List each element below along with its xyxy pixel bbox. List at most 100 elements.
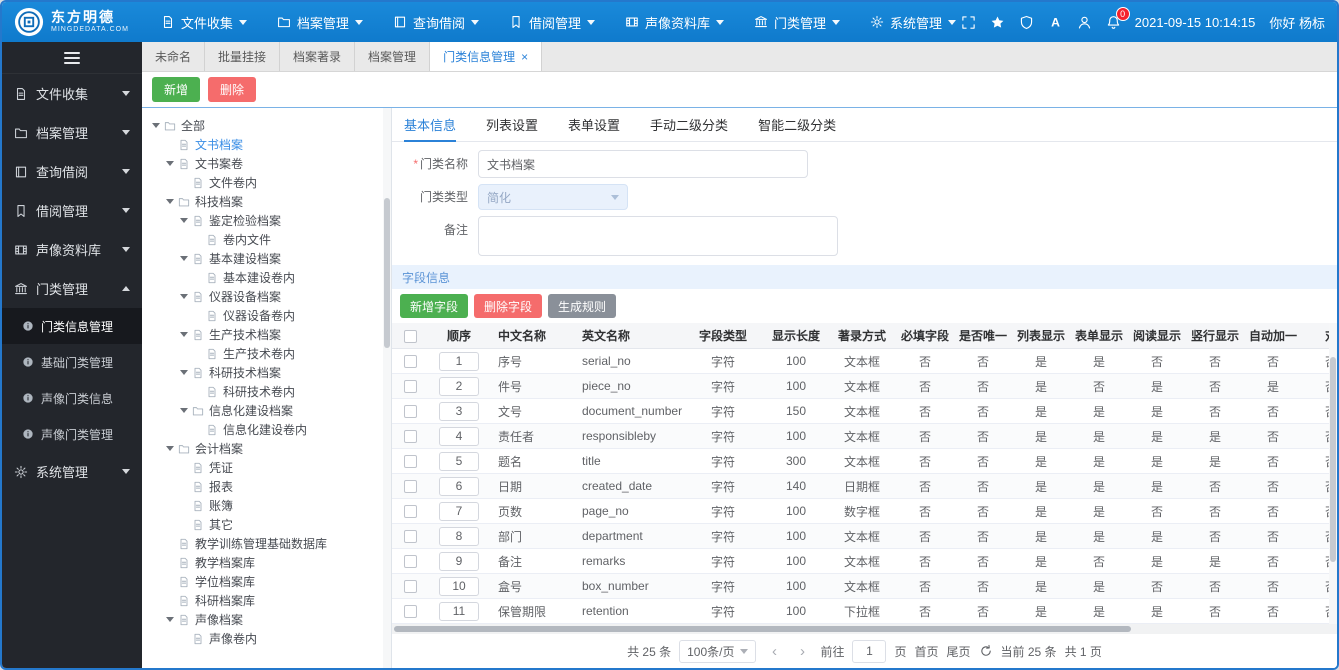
row-checkbox[interactable] — [403, 430, 417, 444]
sidebar-item-system-management[interactable]: 系统管理 — [2, 452, 142, 491]
tree-node[interactable]: 生产技术档案 — [150, 325, 381, 344]
page-size-select[interactable]: 100条/页 — [679, 639, 757, 663]
table-row[interactable]: 10盒号box_number字符100文本框否否是是否否否否 — [392, 574, 1337, 599]
tree-node[interactable]: 基本建设卷内 — [150, 268, 381, 287]
table-row[interactable]: 4责任者responsibleby字符100文本框否否是是是是否否 — [392, 424, 1337, 449]
tree-node[interactable]: 其它 — [150, 515, 381, 534]
close-tab-icon[interactable]: × — [521, 50, 528, 64]
sidebar-item-media-library[interactable]: 声像资料库 — [2, 230, 142, 269]
tree-node[interactable]: 声像档案 — [150, 610, 381, 629]
top-menu-media-library[interactable]: 声像资料库 — [625, 13, 724, 32]
content-tab-smart-subcategory[interactable]: 智能二级分类 — [758, 108, 836, 141]
row-checkbox[interactable] — [403, 380, 417, 394]
sidebar-item-category-management[interactable]: 门类管理 — [2, 269, 142, 308]
row-checkbox[interactable] — [403, 530, 417, 544]
table-row[interactable]: 6日期created_date字符140日期框否否是是是否否否 — [392, 474, 1337, 499]
order-input[interactable]: 3 — [439, 401, 479, 421]
table-vscroll-thumb[interactable] — [1330, 357, 1336, 562]
content-tab-manual-subcategory[interactable]: 手动二级分类 — [650, 108, 728, 141]
table-row[interactable]: 2件号piece_no字符100文本框否否是否是否是否 — [392, 374, 1337, 399]
tree-node[interactable]: 科研技术卷内 — [150, 382, 381, 401]
sidebar-collapse-button[interactable] — [2, 42, 142, 74]
goto-page-input[interactable] — [852, 639, 887, 663]
fullscreen-icon[interactable] — [961, 15, 976, 30]
sidebar-subitem-basic-category-management[interactable]: 基础门类管理 — [2, 344, 142, 380]
generate-rule-button[interactable]: 生成规则 — [548, 294, 617, 318]
tree-node[interactable]: 生产技术卷内 — [150, 344, 381, 363]
tree-node[interactable]: 账簿 — [150, 496, 381, 515]
sidebar-item-query-borrow[interactable]: 查询借阅 — [2, 152, 142, 191]
tree-node[interactable]: 文书案卷 — [150, 154, 381, 173]
tree-node[interactable]: 全部 — [150, 116, 381, 135]
tree-node[interactable]: 卷内文件 — [150, 230, 381, 249]
tree-node[interactable]: 鉴定检验档案 — [150, 211, 381, 230]
table-horizontal-scrollbar[interactable] — [392, 624, 1337, 634]
top-menu-borrow-management[interactable]: 借阅管理 — [509, 13, 595, 32]
tab-category-info-management[interactable]: 门类信息管理 × — [430, 42, 543, 71]
sidebar-subitem-media-category-info[interactable]: 声像门类信息 — [2, 380, 142, 416]
row-checkbox[interactable] — [403, 405, 417, 419]
order-input[interactable]: 11 — [439, 601, 479, 621]
top-menu-file-collection[interactable]: 文件收集 — [161, 13, 247, 32]
table-row[interactable]: 1序号serial_no字符100文本框否否是是否否否否 — [392, 349, 1337, 374]
sidebar-subitem-media-category-management[interactable]: 声像门类管理 — [2, 416, 142, 452]
tree-node[interactable]: 报表 — [150, 477, 381, 496]
tree-node[interactable]: 文件卷内 — [150, 173, 381, 192]
user-greeting[interactable]: 你好 杨标 — [1269, 13, 1325, 32]
shield-icon[interactable] — [1019, 15, 1034, 30]
tree-node[interactable]: 科研技术档案 — [150, 363, 381, 382]
top-menu-archive-management[interactable]: 档案管理 — [277, 13, 363, 32]
sidebar-item-archive-management[interactable]: 档案管理 — [2, 113, 142, 152]
content-tab-basic-info[interactable]: 基本信息 — [404, 108, 457, 142]
content-tab-form-settings[interactable]: 表单设置 — [568, 108, 620, 141]
row-checkbox[interactable] — [403, 555, 417, 569]
tree-scrollbar[interactable] — [383, 108, 391, 668]
tree-scrollbar-thumb[interactable] — [384, 198, 390, 348]
delete-button[interactable]: 删除 — [208, 77, 257, 102]
content-tab-list-settings[interactable]: 列表设置 — [486, 108, 538, 141]
tree-node[interactable]: 仪器设备档案 — [150, 287, 381, 306]
table-row[interactable]: 5题名title字符300文本框否否是是是是否否 — [392, 449, 1337, 474]
first-page-link[interactable]: 首页 — [915, 643, 939, 660]
sidebar-item-borrow-management[interactable]: 借阅管理 — [2, 191, 142, 230]
sidebar-item-file-collection[interactable]: 文件收集 — [2, 74, 142, 113]
add-button[interactable]: 新增 — [152, 77, 201, 102]
note-textarea[interactable] — [478, 216, 838, 256]
tree-node[interactable]: 文书档案 — [150, 135, 381, 154]
user-icon[interactable] — [1077, 15, 1092, 30]
add-field-button[interactable]: 新增字段 — [400, 294, 469, 318]
tab-archive-entry[interactable]: 档案著录 — [280, 42, 356, 71]
tree-node[interactable]: 信息化建设卷内 — [150, 420, 381, 439]
row-checkbox[interactable] — [403, 480, 417, 494]
category-type-select[interactable]: 简化 — [478, 184, 628, 210]
prev-page-button[interactable]: ‹ — [764, 640, 784, 663]
tree-node[interactable]: 科研档案库 — [150, 591, 381, 610]
tree-node[interactable]: 教学训练管理基础数据库 — [150, 534, 381, 553]
tree-node[interactable]: 仪器设备卷内 — [150, 306, 381, 325]
row-checkbox[interactable] — [403, 355, 417, 369]
tree-node[interactable]: 教学档案库 — [150, 553, 381, 572]
sidebar-subitem-category-info-management[interactable]: 门类信息管理 — [2, 308, 142, 344]
row-checkbox[interactable] — [403, 505, 417, 519]
tab-archive-management[interactable]: 档案管理 — [355, 42, 431, 71]
table-row[interactable]: 3文号document_number字符150文本框否否是是是否否否 — [392, 399, 1337, 424]
star-icon[interactable] — [990, 15, 1005, 30]
table-row[interactable]: 11保管期限retention字符100下拉框否否是是是否否否 — [392, 599, 1337, 624]
order-input[interactable]: 6 — [439, 476, 479, 496]
table-row[interactable]: 8部门department字符100文本框否否是是是否否否 — [392, 524, 1337, 549]
notifications-button[interactable]: 0 — [1106, 6, 1130, 30]
table-vertical-scrollbar[interactable] — [1329, 323, 1337, 624]
tree-node[interactable]: 会计档案 — [150, 439, 381, 458]
order-input[interactable]: 2 — [439, 376, 479, 396]
order-input[interactable]: 7 — [439, 501, 479, 521]
tree-node[interactable]: 学位档案库 — [150, 572, 381, 591]
tree-node[interactable]: 基本建设档案 — [150, 249, 381, 268]
category-name-input[interactable] — [478, 150, 808, 178]
tab-batch-link[interactable]: 批量挂接 — [205, 42, 281, 71]
tree-node[interactable]: 信息化建设档案 — [150, 401, 381, 420]
table-row[interactable]: 7页数page_no字符100数字框否否是是否否否否 — [392, 499, 1337, 524]
refresh-icon[interactable] — [979, 644, 993, 658]
select-all-checkbox[interactable] — [403, 329, 417, 343]
tree-node[interactable]: 凭证 — [150, 458, 381, 477]
order-input[interactable]: 1 — [439, 351, 479, 371]
